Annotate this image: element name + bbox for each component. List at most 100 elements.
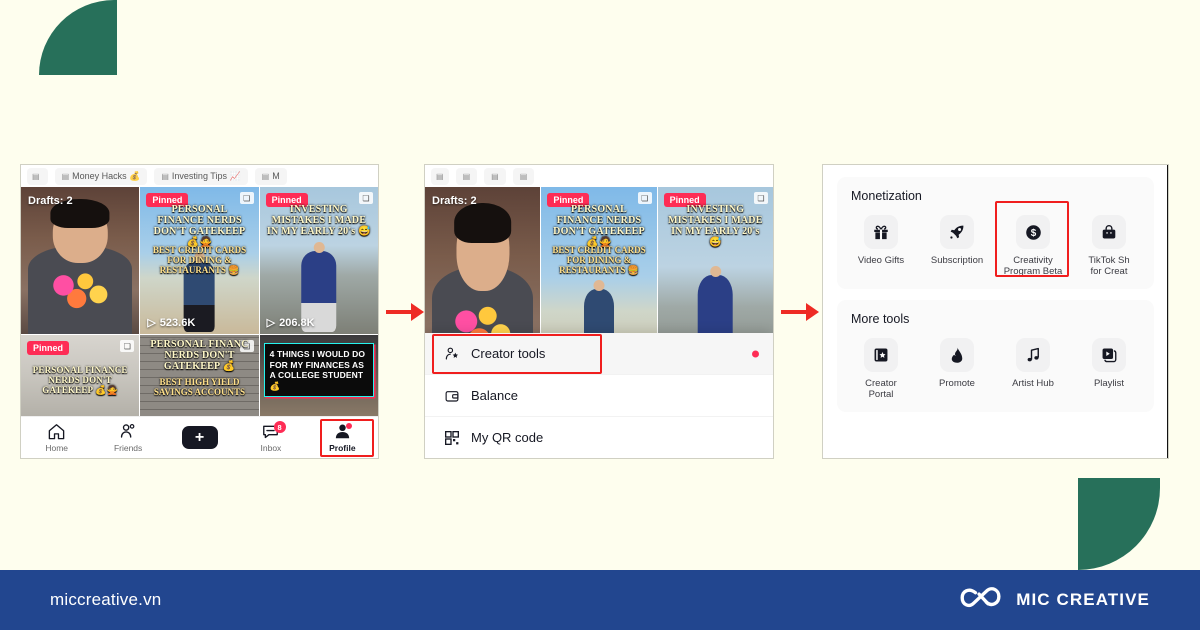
tool-playlist[interactable]: Playlist xyxy=(1071,334,1147,391)
more-tools-grid: Creator Portal Promote Artist Hub Playli… xyxy=(837,334,1154,402)
menu-label-balance: Balance xyxy=(471,388,518,403)
menu-item-balance[interactable]: Balance xyxy=(425,375,773,417)
video-overlay-subtitle: BEST CREDIT CARDS FOR DINING & RESTAURAN… xyxy=(152,245,247,275)
dollar-coin-icon: $ xyxy=(1016,215,1050,249)
tool-label-artist-hub: Artist Hub xyxy=(1012,378,1054,389)
playlist-chip[interactable]: ▤ xyxy=(431,167,449,185)
tool-promote[interactable]: Promote xyxy=(919,334,995,391)
playlist-chip[interactable]: ▤ Investing Tips 📈 xyxy=(154,167,248,185)
screenshot-step-1-profile: ▤ ▤ Money Hacks 💰 ▤ Investing Tips 📈 ▤ M… xyxy=(21,165,378,458)
playlist-icon: ▤ xyxy=(519,171,528,181)
menu-label-my-qr-code: My QR code xyxy=(471,430,544,445)
nav-label-home: Home xyxy=(45,443,69,453)
playlist-icon: ▤ xyxy=(61,171,70,181)
wallet-icon xyxy=(443,387,460,404)
screenshot-step-2-menu: ▤ ▤ ▤ ▤ Drafts: 2 Pinned ❏ PERSONAL FINA… xyxy=(425,165,773,458)
playlist-icon: ▤ xyxy=(462,171,471,181)
drafts-label: Drafts: 2 xyxy=(432,195,477,207)
tool-artist-hub[interactable]: Artist Hub xyxy=(995,334,1071,391)
arrow-step-2-to-3 xyxy=(781,302,819,322)
menu-item-creator-tools[interactable]: Creator tools xyxy=(425,333,773,375)
section-title-monetization: Monetization xyxy=(851,189,922,203)
bottom-navigation-bar: Home Friends + 8 Inbox Profile xyxy=(21,416,378,458)
sidebar-item-friends[interactable]: Friends xyxy=(92,417,163,458)
nav-label-friends: Friends xyxy=(113,443,143,453)
multi-photo-icon: ❏ xyxy=(120,340,135,352)
video-tile[interactable]: ❏ PERSONAL FINANC NERDS DON'T GATEKEEP 💰… xyxy=(140,335,259,417)
flame-icon xyxy=(940,338,974,372)
playlist-chip[interactable]: ▤ xyxy=(27,167,48,185)
tool-creator-portal[interactable]: Creator Portal xyxy=(843,334,919,402)
tool-label-subscription: Subscription xyxy=(930,255,984,266)
video-view-count: ▷ 206.8K xyxy=(266,316,315,330)
video-grid: Drafts: 2 Pinned ❏ PERSONAL FINANCE NERD… xyxy=(21,187,378,417)
video-overlay-title: INVESTING MISTAKES I MADE IN MY EARLY 20… xyxy=(668,204,763,248)
video-tile[interactable]: Pinned ❏ PERSONAL FINANCE NERDS DON'T GA… xyxy=(140,187,259,334)
playlist-chip[interactable]: ▤ xyxy=(455,167,478,185)
tool-video-gifts[interactable]: Video Gifts xyxy=(843,211,919,268)
playlist-chip[interactable]: ▤ M xyxy=(254,167,287,185)
video-tile[interactable]: Pinned ❏ PERSONAL FINANCE NERDS DON'T GA… xyxy=(21,335,140,417)
sidebar-item-profile[interactable]: Profile xyxy=(307,417,378,458)
tool-label-playlist: Playlist xyxy=(1093,378,1125,389)
monetization-section: Monetization Video Gifts Subscription $ … xyxy=(837,177,1154,289)
video-overlay-title: PERSONAL FINANC NERDS DON'T GATEKEEP 💰 xyxy=(150,339,249,372)
infinity-loop-logo xyxy=(960,587,1001,607)
svg-text:$: $ xyxy=(1030,228,1036,239)
play-icon: ▷ xyxy=(266,317,276,329)
pinned-badge: Pinned xyxy=(27,341,70,355)
playlist-icon: ▤ xyxy=(161,171,169,181)
video-overlay-title: PERSONAL FINANCE NERDS DON'T GATEKEEP 💰🙅 xyxy=(553,204,645,248)
video-overlay-subtitle: BEST CREDIT CARDS FOR DINING & RESTAURAN… xyxy=(552,245,646,275)
playlist-icon: ▤ xyxy=(491,171,499,181)
video-tile[interactable]: Pinned ❏ INVESTING MISTAKES I MADE IN MY… xyxy=(259,187,378,334)
brand-lockup: MIC CREATIVE xyxy=(960,586,1150,614)
screenshot-clip-edge xyxy=(1167,165,1168,458)
video-overlay-title: PERSONAL FINANCE NERDS DON'T GATEKEEP 💰🙅 xyxy=(32,365,128,395)
play-icon: ▷ xyxy=(147,317,156,329)
drafts-tile[interactable]: Drafts: 2 xyxy=(21,187,140,334)
plus-icon[interactable]: + xyxy=(177,426,222,449)
home-icon xyxy=(48,424,65,440)
playlist-chip[interactable]: ▤ xyxy=(484,167,506,185)
video-overlay-title: PERSONAL FINANCE NERDS DON'T GATEKEEP 💰🙅 xyxy=(153,204,246,248)
playlist-chip-label: Investing Tips 📈 xyxy=(171,170,241,181)
arrow-shaft xyxy=(781,310,807,314)
playlist-chip[interactable]: ▤ Money Hacks 💰 xyxy=(54,167,148,185)
multi-photo-icon: ❏ xyxy=(359,192,373,204)
video-tile[interactable]: 4 THINGS I WOULD DO FOR MY FINANCES AS A… xyxy=(259,335,378,417)
menu-item-my-qr-code[interactable]: My QR code xyxy=(425,417,773,458)
shopping-bag-icon xyxy=(1092,215,1126,249)
playlist-chips-row: ▤ ▤ ▤ ▤ xyxy=(425,165,773,187)
tool-label-creator-portal: Creator Portal xyxy=(865,378,897,400)
playlist-chip-label: Money Hacks 💰 xyxy=(72,170,141,181)
menu-label-creator-tools: Creator tools xyxy=(471,346,546,361)
rocket-icon xyxy=(940,215,974,249)
screenshot-step-3-creator-tools: Monetization Video Gifts Subscription $ … xyxy=(823,165,1168,458)
arrow-head-icon xyxy=(411,303,424,321)
nav-label-profile: Profile xyxy=(329,443,356,453)
music-note-icon xyxy=(1016,338,1050,372)
tool-creativity-program-beta[interactable]: $ Creativity Program Beta xyxy=(995,211,1071,279)
playlist-chip[interactable]: ▤ xyxy=(512,167,535,185)
multi-photo-icon: ❏ xyxy=(754,192,768,204)
tool-subscription[interactable]: Subscription xyxy=(919,211,995,268)
footer-website-url: miccreative.vn xyxy=(50,590,162,609)
gift-icon xyxy=(864,215,898,249)
playlist-icon: ▤ xyxy=(436,171,444,181)
friends-icon xyxy=(120,424,135,438)
tool-tiktok-shop-for-creator[interactable]: TikTok Sh for Creat xyxy=(1071,211,1147,279)
tool-label-tiktok-shop: TikTok Sh for Creat xyxy=(1088,255,1130,277)
video-overlay-title: INVESTING MISTAKES I MADE IN MY EARLY 20… xyxy=(266,204,371,237)
qr-code-icon xyxy=(443,429,460,446)
playlist-icon: ▤ xyxy=(261,171,270,181)
tool-label-video-gifts: Video Gifts xyxy=(857,255,905,266)
video-overlay-card: 4 THINGS I WOULD DO FOR MY FINANCES AS A… xyxy=(263,343,374,397)
create-button[interactable]: + xyxy=(164,417,235,458)
drafts-label: Drafts: 2 xyxy=(28,195,73,207)
arrow-head-icon xyxy=(806,303,819,321)
decoration-green-quarter-top-left xyxy=(39,0,117,75)
sidebar-item-home[interactable]: Home xyxy=(21,417,92,458)
sidebar-item-inbox[interactable]: 8 Inbox xyxy=(235,417,306,458)
decoration-green-quarter-bottom-right xyxy=(1078,478,1160,570)
